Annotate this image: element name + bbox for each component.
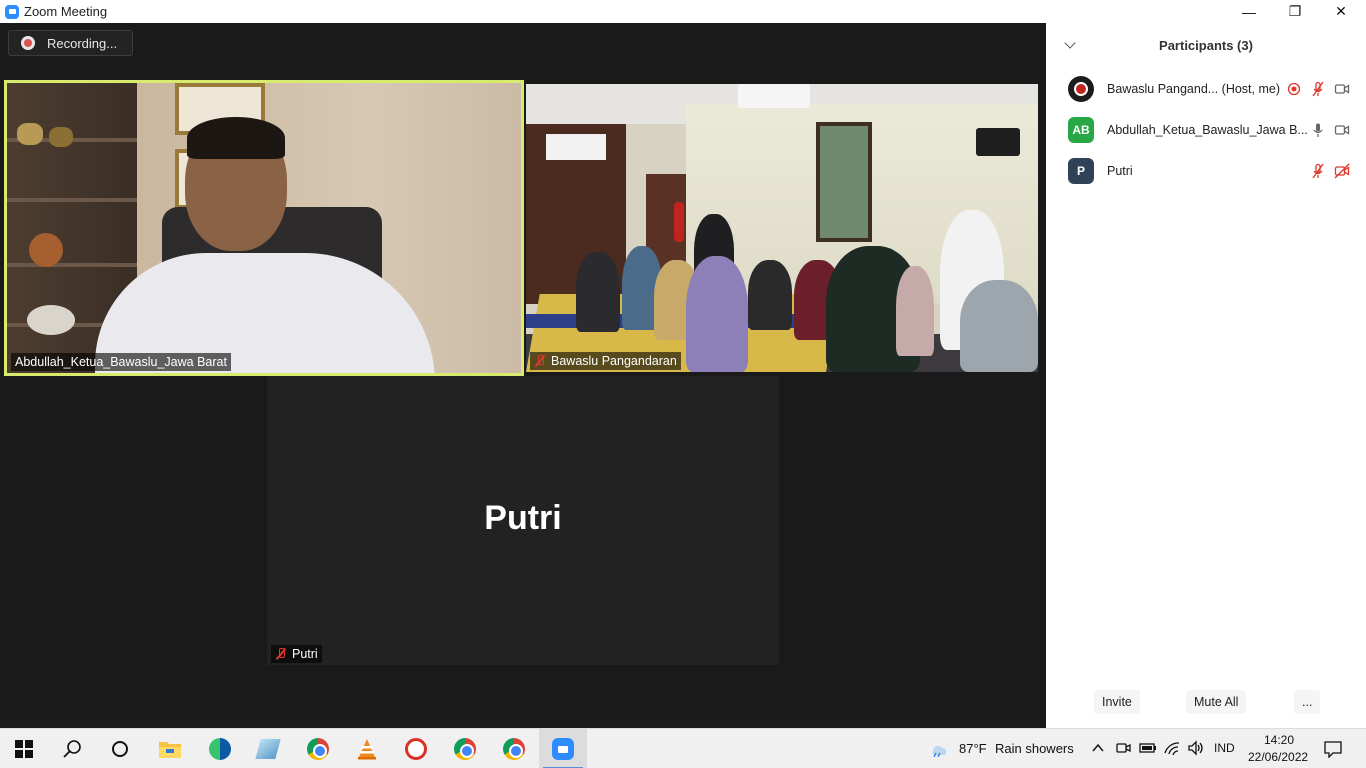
mute-all-button[interactable]: Mute All (1186, 690, 1247, 714)
window-title: Zoom Meeting (24, 4, 108, 19)
minimize-button[interactable]: — (1226, 0, 1272, 23)
chrome-button-3[interactable] (490, 729, 538, 768)
fire-extinguisher (674, 202, 684, 242)
recording-indicator[interactable]: Recording... (8, 30, 133, 56)
vlc-icon (358, 739, 376, 760)
chrome-icon (307, 738, 329, 760)
zoom-app-icon (5, 4, 19, 19)
avatar: P (1068, 158, 1094, 184)
title-bar: Zoom Meeting — ❐ ✕ (0, 0, 1366, 23)
windows-taskbar: 87°F Rain showers IND 14:20 22/06/2022 (0, 728, 1366, 768)
participant-row-host[interactable]: Bawaslu Pangand... (Host, me) (1046, 69, 1366, 109)
participant-row-abdullah[interactable]: AB Abdullah_Ketua_Bawaslu_Jawa B... (1046, 110, 1366, 150)
app-red-icon (405, 738, 427, 760)
chevron-down-icon[interactable] (1064, 37, 1076, 49)
wifi-icon[interactable] (1164, 739, 1180, 757)
tile-name-label: Abdullah_Ketua_Bawaslu_Jawa Barat (11, 353, 231, 371)
edge-icon (209, 738, 231, 760)
avatar: AB (1068, 117, 1094, 143)
invite-button[interactable]: Invite (1094, 690, 1140, 714)
air-conditioner (738, 84, 810, 108)
meet-now-icon[interactable] (1115, 740, 1131, 756)
weather-temperature[interactable]: 87°F (959, 741, 987, 756)
volume-icon[interactable] (1187, 740, 1205, 756)
mic-muted-icon[interactable] (1310, 81, 1326, 97)
mic-muted-icon (534, 355, 546, 367)
video-tile-putri[interactable]: Putri Putri (267, 376, 779, 665)
chrome-icon (503, 738, 525, 760)
input-language[interactable]: IND (1214, 741, 1235, 755)
file-explorer-button[interactable] (146, 729, 194, 768)
wall-painting (816, 122, 872, 242)
zoom-icon (552, 738, 574, 760)
participants-footer: Invite Mute All ... (1046, 687, 1366, 717)
video-tile-abdullah[interactable]: Abdullah_Ketua_Bawaslu_Jawa Barat (4, 80, 524, 376)
cortana-icon (112, 741, 128, 757)
close-button[interactable]: ✕ (1318, 0, 1364, 23)
tile-name-label: Putri (271, 645, 322, 663)
restore-button[interactable]: ❐ (1272, 0, 1318, 23)
video-tile-bawaslu-pangandaran[interactable]: Bawaslu Pangandaran (526, 84, 1038, 372)
folder-icon (159, 742, 181, 758)
chevron-up-icon[interactable] (1092, 743, 1104, 753)
windows-logo-icon (15, 740, 33, 758)
participant-display-name: Putri (484, 499, 562, 537)
mic-muted-icon[interactable] (1310, 163, 1326, 179)
chrome-button-2[interactable] (441, 729, 489, 768)
app-icon (255, 739, 281, 759)
avatar (1068, 76, 1094, 102)
participant-row-putri[interactable]: P Putri (1046, 151, 1366, 191)
edge-button[interactable] (196, 729, 244, 768)
video-camera-icon[interactable] (1334, 122, 1350, 138)
battery-icon[interactable] (1139, 740, 1157, 756)
clock-time[interactable]: 14:20 (1264, 733, 1294, 747)
mic-icon[interactable] (1310, 122, 1326, 138)
participants-panel: Participants (3) Bawaslu Pangand... (Hos… (1046, 23, 1366, 728)
wall-speaker (976, 128, 1020, 156)
clock-date[interactable]: 22/06/2022 (1248, 750, 1308, 764)
vlc-button[interactable] (343, 729, 391, 768)
zoom-taskbar-button[interactable] (539, 729, 587, 768)
app-button-red[interactable] (392, 729, 440, 768)
tile-name-label: Bawaslu Pangandaran (530, 352, 681, 370)
recording-label: Recording... (47, 35, 118, 51)
participant-name: Putri (1107, 164, 1133, 178)
chrome-button-1[interactable] (294, 729, 342, 768)
cortana-button[interactable] (96, 729, 144, 768)
weather-icon[interactable] (928, 739, 950, 758)
participant-name: Bawaslu Pangand... (Host, me) (1107, 82, 1280, 96)
participants-header: Participants (3) (1046, 23, 1366, 67)
search-button[interactable] (48, 729, 96, 768)
record-icon (21, 36, 35, 50)
participants-title: Participants (3) (1159, 37, 1253, 53)
video-off-icon[interactable] (1334, 163, 1350, 179)
app-button[interactable] (244, 729, 292, 768)
weather-description[interactable]: Rain showers (995, 741, 1074, 756)
notifications-icon[interactable] (1324, 740, 1342, 758)
participant-name: Abdullah_Ketua_Bawaslu_Jawa B... (1107, 123, 1308, 137)
recording-icon (1287, 82, 1301, 96)
search-icon (63, 740, 81, 758)
mic-muted-icon (275, 648, 287, 660)
video-camera-icon[interactable] (1334, 81, 1350, 97)
chrome-icon (454, 738, 476, 760)
more-options-button[interactable]: ... (1294, 690, 1321, 714)
start-button[interactable] (0, 729, 48, 768)
meeting-video-area: Recording... Abdullah_Ketua_Bawaslu_Jawa… (0, 23, 1046, 728)
